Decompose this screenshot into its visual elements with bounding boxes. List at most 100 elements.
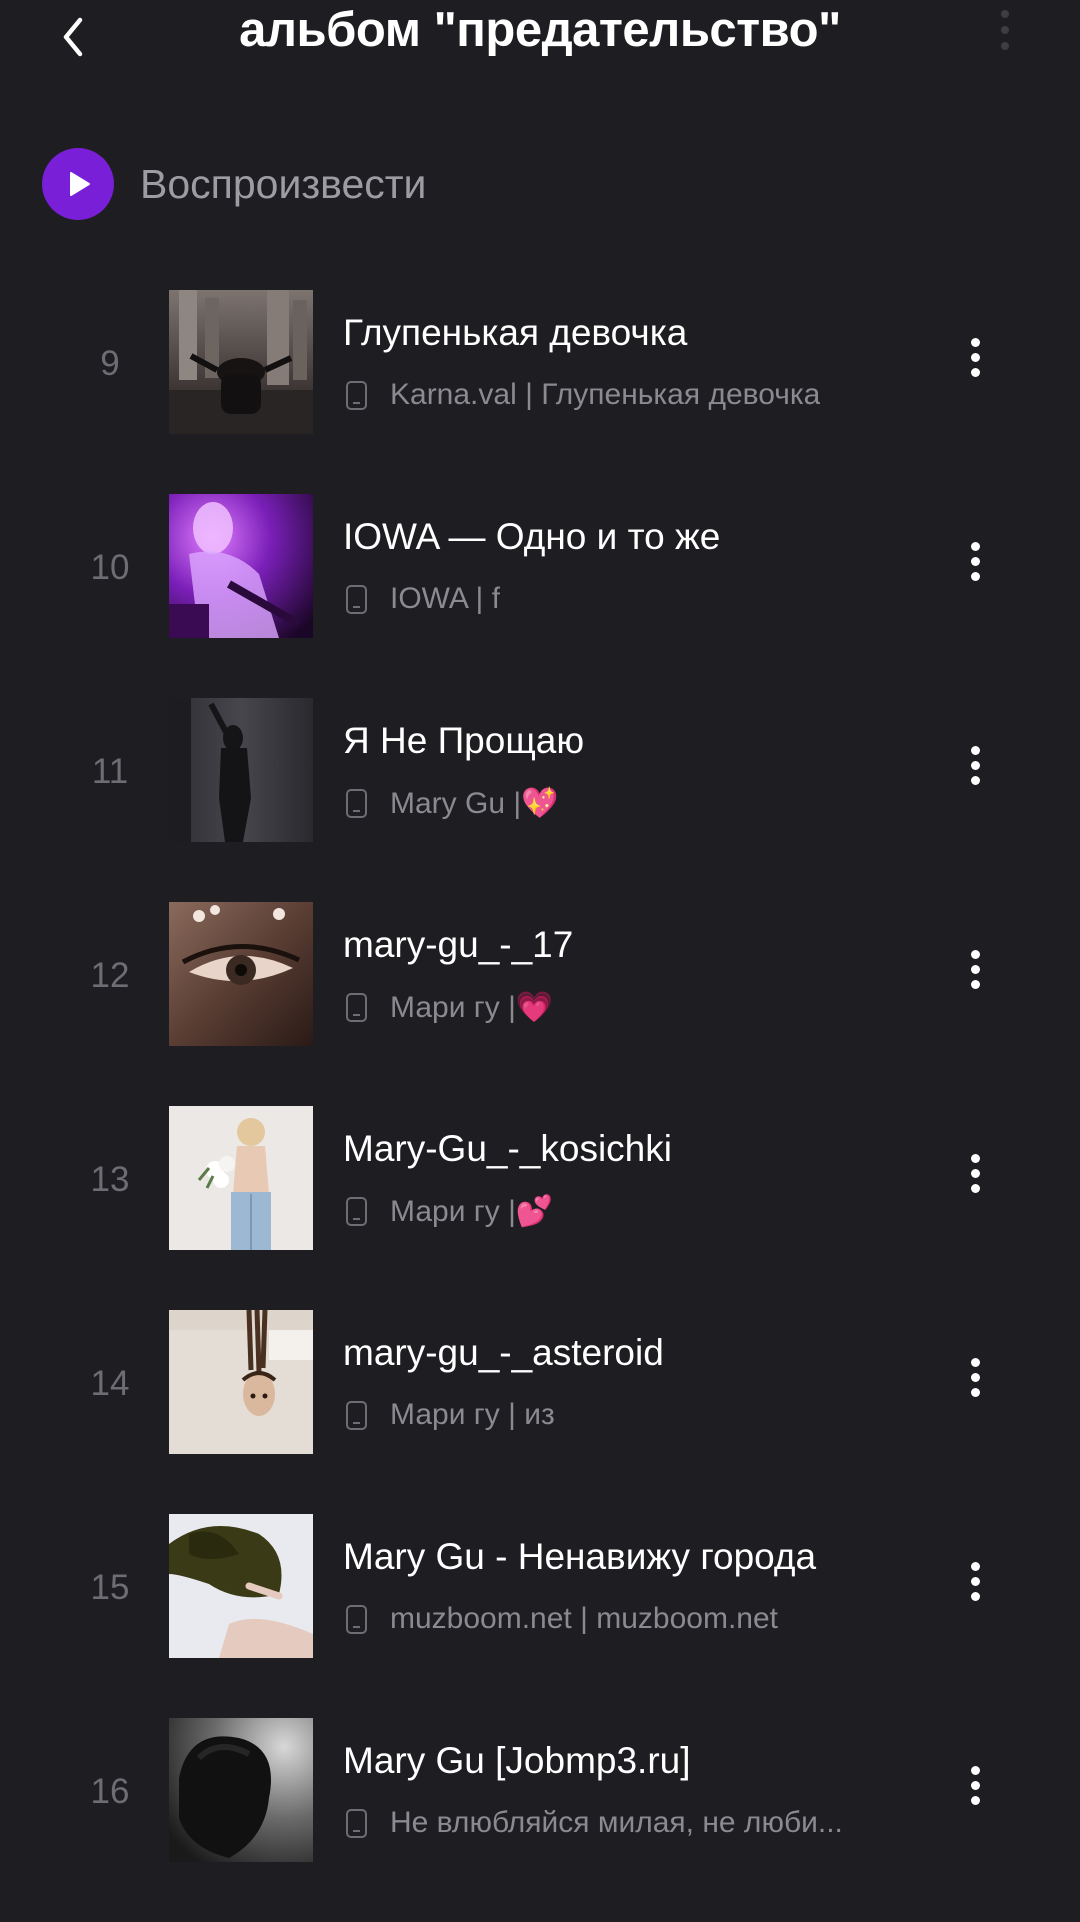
track-number: 13 [90, 1160, 130, 1199]
track-title: Mary-Gu_-_kosichki [343, 1128, 672, 1169]
track-menu-button[interactable] [962, 338, 988, 388]
more-dot [970, 776, 980, 785]
more-dot [970, 557, 980, 566]
more-vertical-icon [1001, 10, 1009, 18]
track-row[interactable]: 13 Mary-Gu_-_kosichki Мари гу | 💕 [0, 1106, 1080, 1310]
track-number: 16 [90, 1772, 130, 1811]
track-subtitle-row: IOWA | f [346, 582, 500, 616]
back-button[interactable] [58, 10, 98, 60]
play-label: Воспроизвести [140, 160, 427, 207]
heart-emoji: 💕 [515, 1195, 554, 1228]
track-row[interactable]: 16 Mary Gu [Jobmp3.ru] Не влюбляйся мила… [0, 1718, 1080, 1922]
track-subtitle-row: Не влюбляйся милая, не люби... [346, 1806, 843, 1840]
more-dot [970, 980, 980, 989]
track-subtitle-row: Mary Gu | 💖 [346, 786, 559, 821]
more-vertical-icon [970, 1358, 980, 1367]
track-row[interactable]: 15 Mary Gu - Ненавижу города muzboom.net… [0, 1514, 1080, 1718]
more-vertical-icon [970, 1154, 980, 1163]
phone-icon [346, 789, 367, 818]
track-number: 10 [90, 548, 130, 587]
more-dot [970, 761, 980, 770]
phone-icon [346, 1808, 367, 1838]
more-dot [970, 965, 980, 974]
play-button[interactable] [42, 148, 114, 220]
track-subtitle-row: muzboom.net | muzboom.net [346, 1602, 778, 1636]
more-dot [970, 572, 980, 581]
track-menu-button[interactable] [962, 950, 988, 1000]
more-vertical-icon [970, 1562, 980, 1571]
track-subtitle-row: Мари гу | из [346, 1398, 555, 1432]
track-subtitle: Мари гу | [390, 1194, 516, 1228]
header-bar: альбом "предательство" [0, 0, 1080, 80]
track-menu-button[interactable] [962, 746, 988, 796]
track-subtitle-row: Karna.val | Глупенькая девочка [346, 378, 820, 412]
heart-emoji: 💖 [521, 787, 559, 820]
more-vertical-icon [970, 1766, 980, 1775]
play-icon [70, 172, 90, 196]
track-list: 9 Глупенькая девочка Karna.val | Глупень… [0, 290, 1080, 1922]
track-row[interactable]: 10 IOWA — Одно и то же IOWA | f [0, 494, 1080, 698]
phone-icon [346, 1197, 367, 1226]
track-title: mary-gu_-_17 [343, 924, 574, 965]
track-title: mary-gu_-_asteroid [343, 1332, 664, 1373]
track-subtitle: Karna.val | Глупенькая девочка [390, 378, 821, 411]
track-subtitle: Не влюбляйся милая, не люби... [390, 1806, 843, 1839]
more-options-button[interactable] [990, 10, 1020, 60]
more-dot [970, 1592, 980, 1601]
track-menu-button[interactable] [962, 1562, 988, 1612]
track-number: 9 [100, 344, 120, 383]
cover-image [169, 290, 313, 434]
more-vertical-icon [970, 950, 980, 959]
cover-image [169, 1718, 313, 1862]
track-title: Mary Gu [Jobmp3.ru] [343, 1740, 691, 1781]
more-dot [970, 1184, 980, 1193]
track-number: 14 [90, 1364, 130, 1403]
track-number: 12 [90, 956, 130, 995]
cover-image [169, 1514, 313, 1658]
more-dot [970, 1796, 980, 1805]
more-dot [970, 1373, 980, 1382]
track-menu-button[interactable] [962, 542, 988, 592]
track-row[interactable]: 9 Глупенькая девочка Karna.val | Глупень… [0, 290, 1080, 494]
more-dot [1001, 42, 1009, 50]
phone-icon [346, 993, 367, 1022]
track-title: Глупенькая девочка [343, 312, 688, 353]
more-dot [970, 1388, 980, 1397]
track-row[interactable]: 12 mary-gu_-_17 Мари гу | 💗 [0, 902, 1080, 1106]
more-dot [970, 1781, 980, 1790]
track-number: 11 [91, 752, 129, 791]
track-subtitle: IOWA | f [390, 582, 501, 615]
play-all-row[interactable]: Воспроизвести [42, 148, 426, 220]
page-title: альбом "предательство" [239, 3, 841, 57]
more-dot [970, 1169, 980, 1178]
track-subtitle: Мари гу | [390, 990, 516, 1024]
track-title: Я Не Прощаю [343, 720, 585, 761]
cover-image [169, 494, 313, 638]
more-dot [970, 368, 980, 377]
track-row[interactable]: 14 mary-gu_-_asteroid Мари гу | из [0, 1310, 1080, 1514]
phone-icon [346, 1400, 367, 1430]
phone-icon [346, 380, 367, 410]
more-dot [970, 1577, 980, 1586]
track-subtitle-row: Мари гу | 💗 [346, 990, 553, 1025]
track-subtitle: Мари гу | из [390, 1398, 555, 1431]
cover-image [169, 1106, 313, 1250]
more-dot [1001, 26, 1009, 34]
cover-image [169, 698, 313, 842]
track-menu-button[interactable] [962, 1154, 988, 1204]
track-title: IOWA — Одно и то же [343, 516, 721, 557]
chevron-left-icon [63, 17, 83, 57]
phone-icon [346, 1604, 367, 1634]
track-subtitle-row: Мари гу | 💕 [346, 1194, 553, 1229]
cover-image [169, 1310, 313, 1454]
track-menu-button[interactable] [962, 1358, 988, 1408]
track-row[interactable]: 11 Я Не Прощаю Mary Gu | 💖 [0, 698, 1080, 902]
more-vertical-icon [970, 542, 980, 551]
track-menu-button[interactable] [962, 1766, 988, 1816]
more-vertical-icon [970, 338, 980, 347]
more-dot [970, 353, 980, 362]
cover-image [169, 902, 313, 1046]
phone-icon [346, 584, 367, 614]
track-subtitle: Mary Gu | [390, 786, 522, 820]
track-number: 15 [90, 1568, 130, 1607]
